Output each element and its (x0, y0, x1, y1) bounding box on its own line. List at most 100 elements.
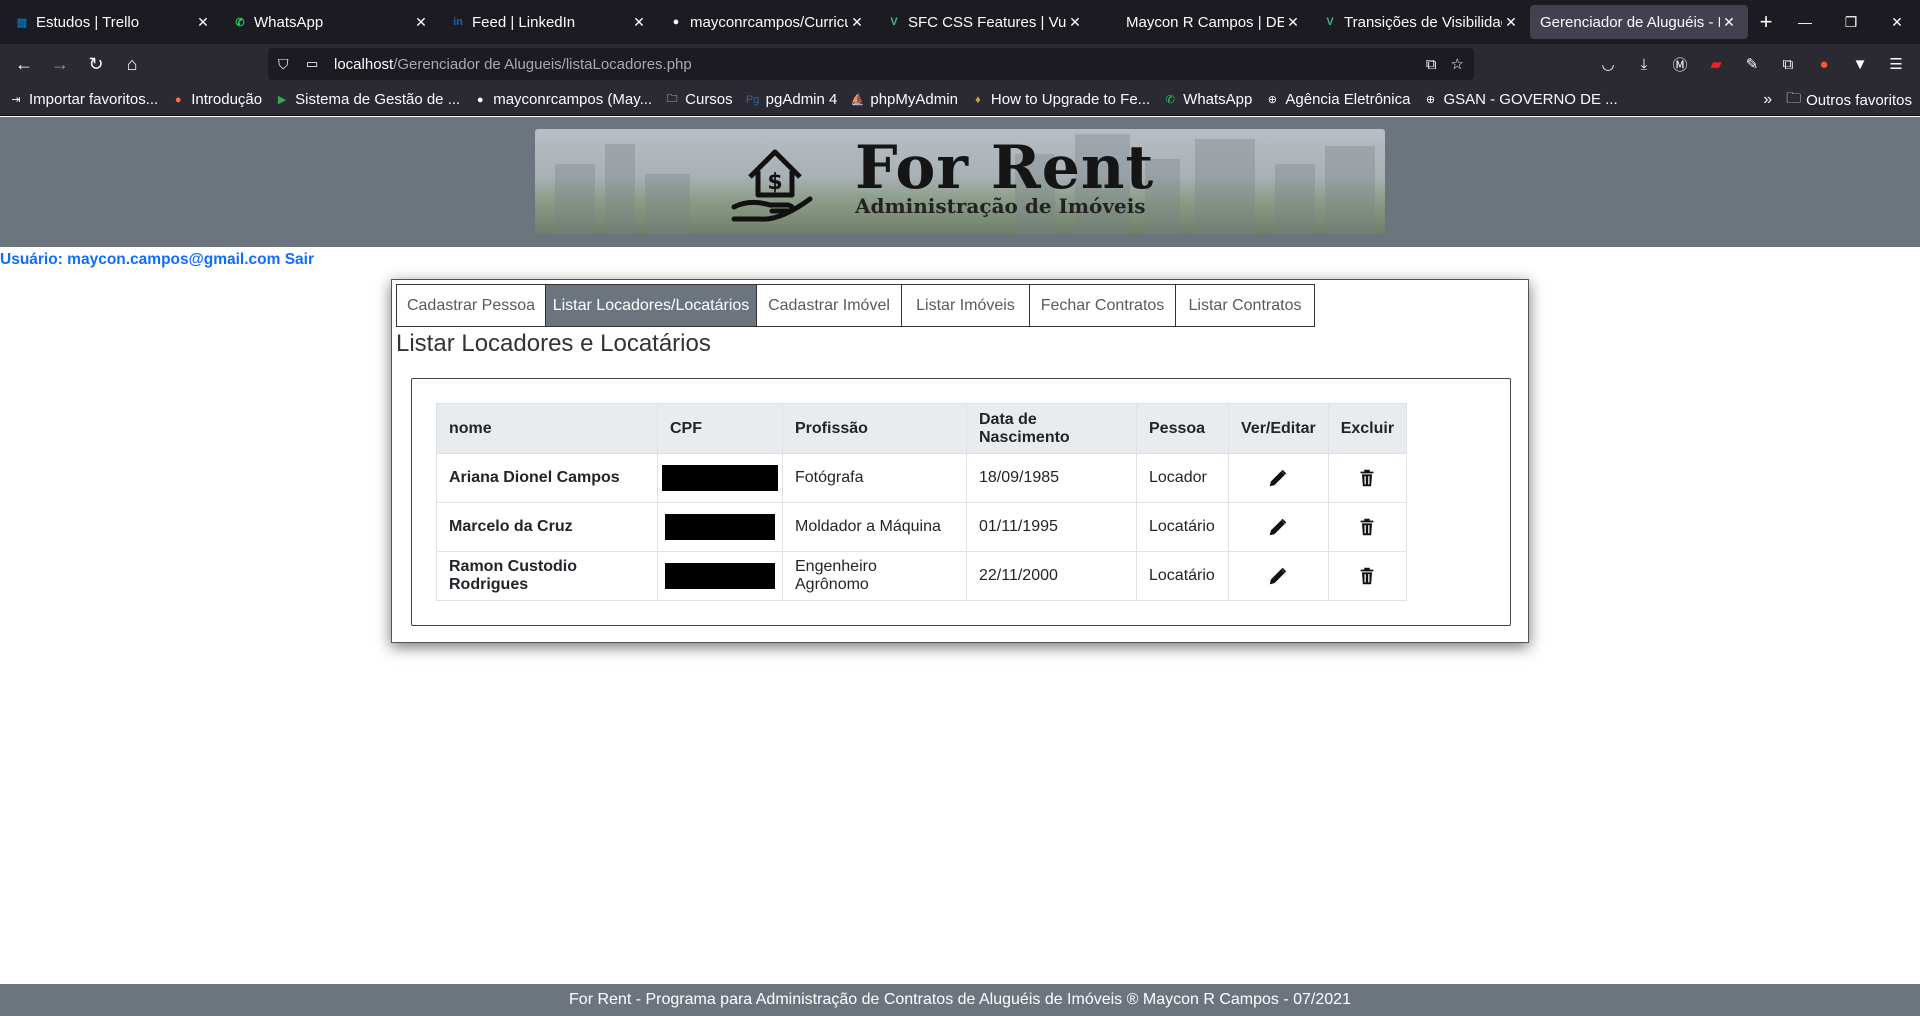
new-tab-button[interactable]: + (1748, 9, 1784, 35)
cell-nascimento: 18/09/1985 (966, 453, 1137, 503)
cpf-redaction (665, 563, 775, 589)
tab-cadastrar-im-vel[interactable]: Cadastrar Imóvel (756, 284, 902, 327)
user-logout-link[interactable]: Usuário: maycon.campos@gmail.com Sair (0, 251, 314, 269)
browser-tab-label: SFC CSS Features | Vue.j (908, 13, 1066, 31)
tab-listar-im-veis[interactable]: Listar Imóveis (901, 284, 1030, 327)
pocket-icon[interactable]: ◡ (1594, 50, 1622, 78)
downloads-icon[interactable]: ⤓ (1630, 50, 1658, 78)
delete-trash-icon[interactable] (1356, 516, 1378, 538)
bookmark-item[interactable]: 🗀 Cursos (664, 91, 733, 108)
browser-tab[interactable]: ● mayconrcampos/Curricu ✕ (658, 5, 876, 39)
tab-close-icon[interactable]: ✕ (412, 14, 430, 31)
firefox-icon: ● (174, 93, 182, 106)
tab-close-icon[interactable]: ✕ (1066, 14, 1084, 31)
bookmark-item[interactable]: ⛵ phpMyAdmin (849, 91, 958, 108)
cpf-redaction (662, 465, 778, 491)
url-bar[interactable]: ⛉ ▭ localhost/Gerenciador de Alugueis/li… (268, 48, 1474, 80)
account-icon[interactable]: Ⓜ (1666, 50, 1694, 78)
extension-icon[interactable]: ✎ (1738, 50, 1766, 78)
reload-button[interactable]: ↻ (78, 48, 114, 80)
edit-pencil-icon[interactable] (1267, 516, 1289, 538)
bookmark-label: WhatsApp (1183, 91, 1253, 108)
bookmark-item[interactable]: ⇥ Importar favoritos... (8, 91, 158, 108)
tab-listar-locadores-locat-rios[interactable]: Listar Locadores/Locatários (545, 284, 757, 327)
table-card: nome CPF Profissão Data de Nascimento Pe… (411, 378, 1511, 626)
page-info-icon[interactable]: ▭ (306, 56, 324, 72)
close-window-button[interactable]: ✕ (1874, 14, 1920, 31)
restore-button[interactable]: ❐ (1828, 14, 1874, 31)
bookmark-item[interactable]: ● mayconrcampos (May... (472, 91, 652, 108)
edit-pencil-icon[interactable] (1267, 565, 1289, 587)
browser-tab[interactable]: ✆ WhatsApp ✕ (222, 5, 440, 39)
cell-excluir (1327, 453, 1408, 503)
table-row: Ariana Dionel Campos Fotógrafa 18/09/1985 L… (436, 453, 1408, 503)
bookmark-item[interactable]: Pg pgAdmin 4 (745, 91, 837, 108)
browser-tab[interactable]: Maycon R Campos | DEV Ful✕ (1094, 5, 1312, 39)
col-header-cpf: CPF (657, 403, 783, 454)
tab-close-icon[interactable]: ✕ (1720, 14, 1738, 31)
table-row: Ramon Custodio Rodrigues Engenheiro Agrôn… (436, 551, 1408, 601)
more-bookmarks-icon[interactable]: » (1763, 91, 1772, 109)
vue-devtools-icon[interactable]: ▼ (1846, 50, 1874, 78)
tracking-shield-icon[interactable]: ⛉ (278, 56, 296, 73)
tab-close-icon[interactable]: ✕ (848, 14, 866, 31)
minimize-button[interactable]: — (1782, 14, 1828, 30)
delete-trash-icon[interactable] (1356, 565, 1378, 587)
cell-nome: Ramon Custodio Rodrigues (436, 551, 658, 601)
bookmark-label: phpMyAdmin (870, 91, 958, 108)
col-header-pessoa: Pessoa (1136, 403, 1229, 454)
bookmark-star-icon[interactable]: ☆ (1451, 55, 1464, 73)
tab-fechar-contratos[interactable]: Fechar Contratos (1029, 284, 1176, 327)
svg-text:$: $ (767, 170, 782, 195)
bookmark-label: GSAN - GOVERNO DE ... (1443, 91, 1618, 108)
bookmark-item[interactable]: ✆ WhatsApp (1162, 91, 1253, 108)
cell-ver-editar (1228, 453, 1329, 503)
tab-close-icon[interactable]: ✕ (1502, 14, 1520, 31)
tab-listar-contratos[interactable]: Listar Contratos (1175, 284, 1315, 327)
section-tabs: Cadastrar Pessoa Listar Locadores/Locatár… (396, 284, 1315, 327)
bookmark-label: How to Upgrade to Fe... (990, 91, 1151, 108)
edit-pencil-icon[interactable] (1267, 467, 1289, 489)
github-icon: ● (672, 16, 680, 28)
bookmark-item[interactable]: ⊕ Agência Eletrônica (1264, 91, 1411, 108)
cell-profissao: Engenheiro Agrônomo (782, 551, 967, 601)
tab-cadastrar-pessoa[interactable]: Cadastrar Pessoa (396, 284, 546, 327)
forward-button[interactable]: → (42, 48, 78, 80)
brave-extension-icon[interactable]: ● (1810, 50, 1838, 78)
bookmark-item[interactable]: ▶ Sistema de Gestão de ... (274, 91, 460, 108)
bookmark-label: Agência Eletrônica (1285, 91, 1411, 108)
logo-banner: $ For Rent Administração de Imóveis (535, 129, 1385, 234)
cell-cpf (657, 453, 783, 503)
cell-cpf (657, 502, 783, 552)
browser-tab[interactable]: V SFC CSS Features | Vue.j ✕ (876, 5, 1094, 39)
cell-excluir (1327, 551, 1408, 601)
tab-close-icon[interactable]: ✕ (1284, 14, 1302, 31)
bookmark-label: mayconrcampos (May... (493, 91, 653, 108)
github-icon: ● (476, 93, 484, 106)
col-header-excluir: Excluir (1327, 403, 1408, 454)
bookmark-label: Cursos (685, 91, 733, 108)
browser-tab[interactable]: in Feed | LinkedIn ✕ (440, 5, 658, 39)
browser-tab[interactable]: ▥ Estudos | Trello ✕ (4, 5, 222, 39)
folder-icon: 🗀 (666, 93, 678, 105)
extension-icon[interactable]: ⧉ (1774, 50, 1802, 78)
browser-tab[interactable]: V Transições de Visibilidad ✕ (1312, 5, 1530, 39)
delete-trash-icon[interactable] (1356, 467, 1378, 489)
globe-icon: ⊕ (1267, 94, 1277, 106)
tab-close-icon[interactable]: ✕ (194, 14, 212, 31)
bookmark-item[interactable]: ● Introdução (170, 91, 262, 108)
tab-close-icon[interactable]: ✕ (630, 14, 648, 31)
cell-pessoa: Locatário (1136, 502, 1229, 552)
main-panel: Cadastrar Pessoa Listar Locadores/Locatár… (391, 279, 1529, 643)
back-button[interactable]: ← (6, 48, 42, 80)
other-bookmarks[interactable]: 🗀 Outros favoritos (1786, 88, 1912, 113)
bookmark-item[interactable]: ♦ How to Upgrade to Fe... (970, 91, 1150, 108)
menu-icon[interactable]: ☰ (1882, 50, 1910, 78)
browser-tab[interactable]: Gerenciador de Aluguéis - Li ✕ (1530, 5, 1748, 39)
pdf-extension-icon[interactable]: ▰ (1702, 50, 1730, 78)
cpf-redaction (665, 514, 775, 540)
home-button[interactable]: ⌂ (114, 48, 150, 80)
vue-icon: V (890, 16, 898, 28)
bookmark-item[interactable]: ⊕ GSAN - GOVERNO DE ... (1422, 91, 1618, 108)
translate-icon[interactable]: ⧉ (1426, 56, 1437, 73)
